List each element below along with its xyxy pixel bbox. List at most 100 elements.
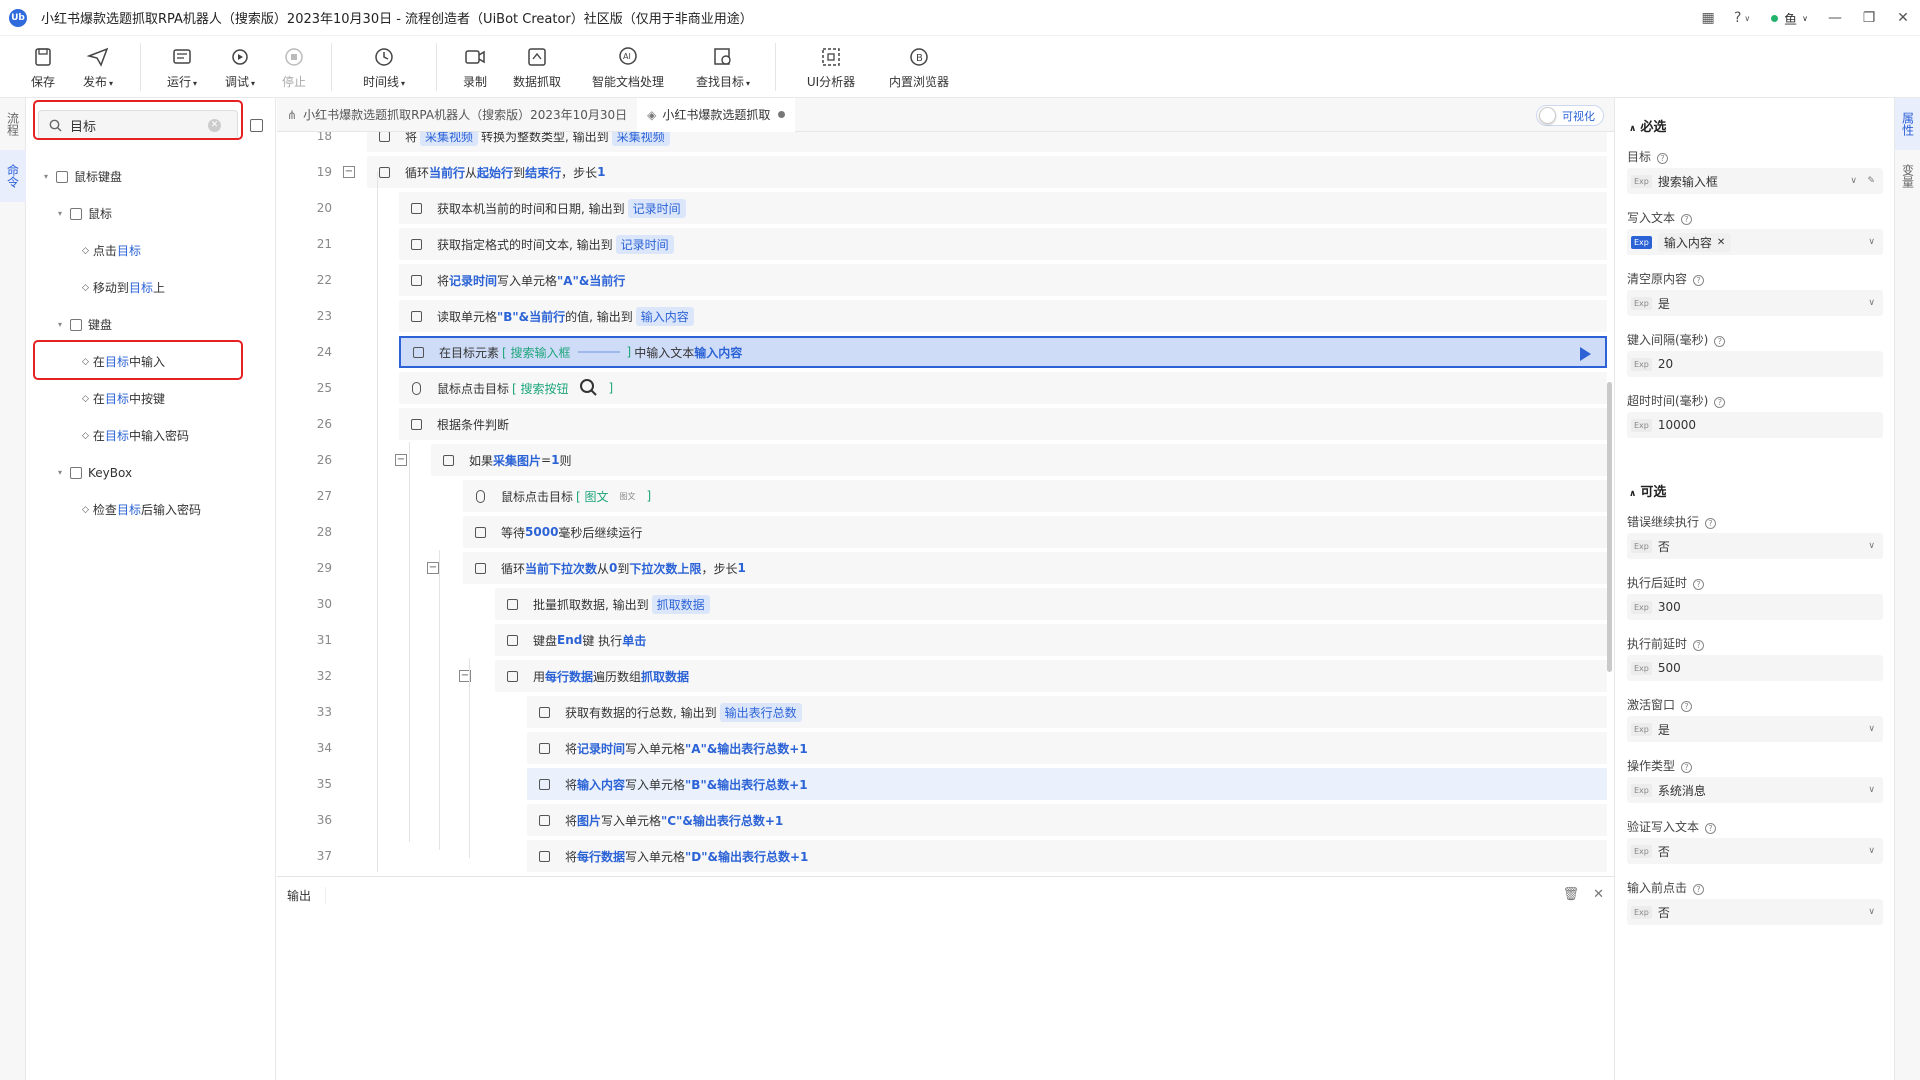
code-row[interactable]: 22 将 记录时间 写入单元格 "A"&当前行 <box>277 262 1607 298</box>
code-param[interactable]: "A"&当前行 <box>557 272 625 289</box>
code-row[interactable]: 20 获取本机当前的时间和日期, 输出到 记录时间 <box>277 190 1607 226</box>
exp-toggle[interactable]: Exp <box>1631 357 1652 371</box>
code-param[interactable]: 单击 <box>622 632 646 649</box>
code-block[interactable]: 批量抓取数据, 输出到 抓取数据 <box>495 588 1607 620</box>
collapse-toggle[interactable]: − <box>343 166 355 178</box>
prop-field[interactable]: Exp 是 ∨ <box>1627 716 1883 742</box>
help-icon[interactable]: ? <box>1681 701 1693 712</box>
chevron-down-icon[interactable]: ∨ <box>1868 846 1875 856</box>
play-icon[interactable] <box>1580 347 1591 361</box>
code-param[interactable]: 1 <box>551 453 559 467</box>
code-block[interactable]: 键盘 End 键 执行 单击 <box>495 624 1607 656</box>
edit-icon[interactable]: ✎ <box>1867 176 1875 186</box>
visual-toggle[interactable]: 可视化 <box>1536 105 1604 126</box>
chevron-down-icon[interactable]: ∨ <box>1868 785 1875 795</box>
code-row[interactable]: 27 鼠标点击目标 [ 图文 图文] <box>277 478 1607 514</box>
prop-field[interactable]: Exp 300 <box>1627 594 1883 620</box>
code-block[interactable]: 将 输入内容 写入单元格 "B"&输出表行总数+1 <box>527 768 1607 800</box>
code-row[interactable]: 25 鼠标点击目标 [ 搜索按钮] <box>277 370 1607 406</box>
exp-toggle[interactable]: Exp <box>1631 905 1652 919</box>
prop-field[interactable]: Exp 否 ∨ <box>1627 533 1883 559</box>
code-block[interactable]: 用 每行数据 遍历数组 抓取数据 <box>495 660 1607 692</box>
code-target[interactable]: [ 搜索输入框 <box>502 344 571 361</box>
tab-flowchart[interactable]: ⋔ 小红书爆款选题抓取RPA机器人（搜索版）2023年10月30日 <box>277 98 637 132</box>
toolbar-browser-button[interactable]: B 内置浏览器 <box>874 36 964 98</box>
code-param[interactable]: "B"&当前行 <box>497 308 565 325</box>
prop-field[interactable]: Exp 500 <box>1627 655 1883 681</box>
code-param[interactable]: 每行数据 <box>577 848 625 865</box>
toolbar-ui-analyzer-button[interactable]: UI分析器 <box>788 36 874 98</box>
rail-tab-commands[interactable]: 命令 <box>0 150 26 202</box>
code-block[interactable]: 获取有数据的行总数, 输出到 输出表行总数 <box>527 696 1607 728</box>
help-icon[interactable]: ? <box>1693 884 1705 895</box>
prop-field[interactable]: Exp 搜索输入框 ∨ ✎ <box>1627 168 1883 194</box>
code-row[interactable]: 37 将 每行数据 写入单元格 "D"&输出表行总数+1 <box>277 838 1607 874</box>
help-icon[interactable]: ? <box>1693 579 1705 590</box>
code-target[interactable]: ] <box>647 489 652 503</box>
code-param[interactable]: End <box>557 633 582 647</box>
code-block[interactable]: 获取指定格式的时间文本, 输出到 记录时间 <box>399 228 1607 260</box>
help-icon[interactable]: ? <box>1705 823 1717 834</box>
toolbar-find-target-button[interactable]: 查找目标 ▾ <box>683 36 763 98</box>
code-row[interactable]: 18 将 采集视频 转换为整数类型, 输出到 采集视频 <box>277 132 1607 154</box>
exp-toggle[interactable]: Exp <box>1631 174 1652 188</box>
code-param[interactable]: 记录时间 <box>449 272 497 289</box>
code-param[interactable]: 每行数据 <box>545 668 593 685</box>
tree-node-mouse-keyboard[interactable]: ▾ 鼠标键盘 <box>26 158 276 195</box>
close-icon[interactable]: ✕ <box>1593 887 1604 902</box>
chevron-down-icon[interactable]: ∨ <box>1868 724 1875 734</box>
tree-item-keyboard-2[interactable]: ◇ 在目标 中输入密码 <box>26 417 276 454</box>
tree-node-keybox[interactable]: ▾ KeyBox <box>26 454 276 491</box>
code-block[interactable]: 将 记录时间 写入单元格 "A"&输出表行总数+1 <box>527 732 1607 764</box>
toolbar-ai-doc-button[interactable]: AI 智能文档处理 <box>573 36 683 98</box>
help-icon[interactable]: ? <box>1657 153 1669 164</box>
maximize-button[interactable]: ❐ <box>1852 0 1886 36</box>
code-row[interactable]: 36 将 图片 写入单元格 "C"&输出表行总数+1 <box>277 802 1607 838</box>
help-icon[interactable]: ? <box>1714 336 1726 347</box>
code-block[interactable]: 将 每行数据 写入单元格 "D"&输出表行总数+1 <box>527 840 1607 872</box>
code-variable[interactable]: 采集视频 <box>420 132 479 146</box>
code-param[interactable]: 起始行 <box>477 164 513 181</box>
chevron-down-icon[interactable]: ∨ <box>1850 176 1857 186</box>
chevron-down-icon[interactable]: ∨ <box>1868 237 1875 247</box>
collapse-toggle[interactable]: − <box>427 562 439 574</box>
exp-toggle[interactable]: Exp <box>1631 783 1652 797</box>
code-block[interactable]: 读取单元格 "B"&当前行 的值, 输出到 输入内容 <box>399 300 1607 332</box>
code-row[interactable]: 26 根据条件判断 <box>277 406 1607 442</box>
toolbar-debug-button[interactable]: 调试 ▾ <box>211 36 269 98</box>
prop-field[interactable]: Exp 是 ∨ <box>1627 290 1883 316</box>
code-row[interactable]: 21 获取指定格式的时间文本, 输出到 记录时间 <box>277 226 1607 262</box>
code-row[interactable]: 26 如果 采集图片 = 1 则 − <box>277 442 1607 478</box>
tree-item-keyboard-1[interactable]: ◇ 在目标 中按键 <box>26 380 276 417</box>
grid-icon[interactable]: ▦ <box>1693 0 1723 36</box>
code-param[interactable]: "A"&输出表行总数+1 <box>685 740 808 757</box>
help-icon[interactable]: ? ∨ <box>1723 0 1761 36</box>
help-icon[interactable]: ? <box>1681 214 1693 225</box>
code-param[interactable]: 输入内容 <box>577 776 625 793</box>
tree-item-mouse-1[interactable]: ◇ 移动到 目标上 <box>26 269 276 306</box>
clear-search-icon[interactable]: ✕ <box>208 118 221 132</box>
prop-field[interactable]: Exp 输入内容 ✕ ∨ <box>1627 229 1883 255</box>
code-row[interactable]: 28 等待 5000 毫秒后继续运行 <box>277 514 1607 550</box>
code-row[interactable]: 29 循环 当前下拉次数 从 0 到 下拉次数上限 ，步长 1 − <box>277 550 1607 586</box>
tree-item-mouse-0[interactable]: ◇ 点击 目标 <box>26 232 276 269</box>
editor-scrollbar[interactable] <box>1607 382 1612 672</box>
code-row[interactable]: 31 键盘 End 键 执行 单击 <box>277 622 1607 658</box>
code-param[interactable]: 0 <box>609 561 617 575</box>
code-target[interactable]: [ 搜索按钮 <box>512 380 569 397</box>
exp-toggle[interactable]: Exp <box>1631 844 1652 858</box>
code-row[interactable]: 35 将 输入内容 写入单元格 "B"&输出表行总数+1 <box>277 766 1607 802</box>
toolbar-record-button[interactable]: 录制 <box>449 36 501 98</box>
code-variable[interactable]: 输出表行总数 <box>719 702 802 722</box>
exp-toggle[interactable]: Exp <box>1631 296 1652 310</box>
chevron-down-icon[interactable]: ▾ <box>58 209 70 218</box>
exp-toggle[interactable]: Exp <box>1631 539 1652 553</box>
code-row[interactable]: 30 批量抓取数据, 输出到 抓取数据 <box>277 586 1607 622</box>
prop-field[interactable]: Exp 20 <box>1627 351 1883 377</box>
toolbar-save-button[interactable]: 保存 <box>18 36 68 98</box>
minimize-button[interactable]: — <box>1818 0 1852 36</box>
code-variable[interactable]: 记录时间 <box>615 234 674 254</box>
code-param[interactable]: "D"&输出表行总数+1 <box>685 848 808 865</box>
collapse-toggle[interactable]: − <box>395 454 407 466</box>
code-row[interactable]: 32 用 每行数据 遍历数组 抓取数据 − <box>277 658 1607 694</box>
